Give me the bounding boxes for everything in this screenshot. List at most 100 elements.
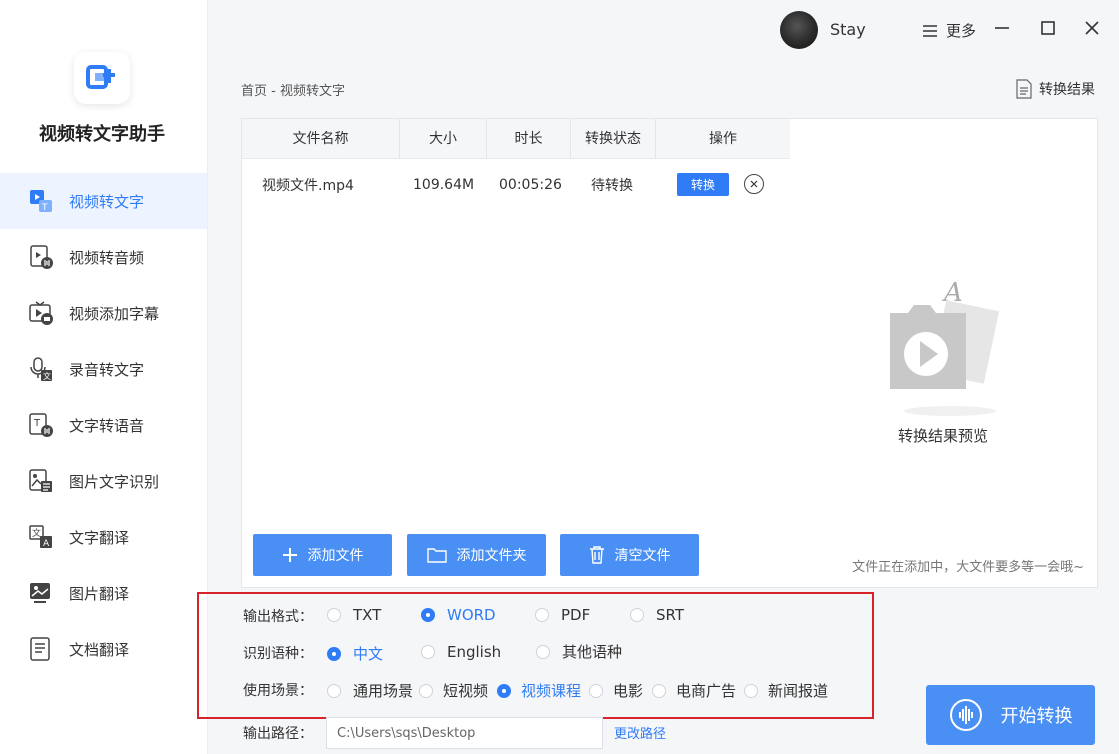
- maximize-button[interactable]: [1034, 14, 1062, 42]
- scene-option-short-video[interactable]: 短视频: [419, 680, 488, 701]
- hamburger-icon: [923, 24, 937, 37]
- video-to-audio-icon: [28, 244, 54, 270]
- trash-icon: [589, 546, 605, 564]
- language-option-english[interactable]: English: [421, 643, 501, 661]
- radio-button-checked: [421, 608, 435, 622]
- app-title: 视频转文字助手: [39, 124, 165, 145]
- more-label: 更多: [946, 22, 977, 40]
- preview-panel: A 转换结果预览 文件正在添加中，大文件要多等一会哦~: [790, 118, 1098, 588]
- video-to-text-icon: T: [28, 188, 54, 214]
- sidebar-item-video-to-audio[interactable]: 视频转音频: [0, 229, 207, 285]
- svg-text:文: 文: [32, 527, 41, 539]
- sidebar-item-label: 视频转音频: [69, 248, 145, 267]
- clear-files-button[interactable]: 清空文件: [560, 534, 699, 576]
- add-folder-button[interactable]: 添加文件夹: [407, 534, 546, 576]
- sidebar-item-text-to-speech[interactable]: T 文字转语音: [0, 397, 207, 453]
- file-duration: 00:05:26: [499, 177, 562, 193]
- language-label: 识别语种：: [243, 646, 313, 662]
- preview-placeholder-icon: A: [890, 278, 1000, 416]
- sidebar-item-label: 录音转文字: [69, 360, 145, 379]
- scene-option-ecommerce-ad[interactable]: 电商广告: [652, 680, 736, 701]
- file-status: 待转换: [591, 178, 633, 194]
- add-file-label: 添加文件: [307, 548, 364, 564]
- sidebar-item-label: 图片翻译: [69, 584, 130, 603]
- sidebar-item-text-translate[interactable]: 文A 文字翻译: [0, 509, 207, 565]
- text-translate-icon: 文A: [28, 524, 54, 550]
- username[interactable]: Stay: [830, 20, 866, 39]
- output-path-label: 输出路径：: [243, 726, 313, 742]
- clear-files-label: 清空文件: [614, 548, 671, 564]
- option-label: 电商广告: [676, 682, 737, 700]
- column-header-name: 文件名称: [242, 119, 400, 159]
- output-format-row: 输出格式：: [243, 605, 325, 627]
- conversion-result-link[interactable]: 转换结果: [1016, 79, 1095, 99]
- option-label: English: [447, 643, 502, 661]
- sidebar-item-label: 文字转语音: [69, 416, 145, 435]
- add-file-button[interactable]: 添加文件: [253, 534, 392, 576]
- radio-button: [535, 608, 549, 622]
- sidebar-item-video-subtitle[interactable]: 视频添加字幕: [0, 285, 207, 341]
- output-path-input[interactable]: [326, 717, 603, 749]
- scene-option-news[interactable]: 新闻报道: [744, 680, 828, 701]
- svg-text:A: A: [43, 539, 50, 549]
- sidebar-item-image-translate[interactable]: 图片翻译: [0, 565, 207, 621]
- app-logo-icon: [86, 65, 115, 89]
- maximize-icon: [1041, 21, 1055, 35]
- column-header-action: 操作: [709, 131, 737, 147]
- option-label: PDF: [561, 606, 591, 624]
- file-name: 视频文件.mp4: [262, 178, 354, 194]
- mic-to-text-icon: 文: [28, 356, 54, 382]
- sidebar-item-image-ocr[interactable]: 图片文字识别: [0, 453, 207, 509]
- file-list-panel: 文件名称 大小 时长 转换状态 操作 视频文件.mp4 109.64M 00:0…: [241, 118, 791, 588]
- add-folder-label: 添加文件夹: [456, 548, 527, 564]
- svg-text:T: T: [33, 418, 41, 429]
- radio-button: [630, 608, 644, 622]
- sidebar-item-video-to-text[interactable]: T 视频转文字: [0, 173, 207, 229]
- minimize-icon: [995, 27, 1009, 29]
- column-header-duration: 时长: [487, 119, 571, 159]
- radio-button: [327, 683, 341, 698]
- scene-option-general[interactable]: 通用场景: [327, 680, 413, 701]
- sidebar-item-doc-translate[interactable]: 文档翻译: [0, 621, 207, 677]
- language-row: 识别语种：: [243, 642, 325, 664]
- avatar[interactable]: [780, 11, 818, 49]
- format-option-srt[interactable]: SRT: [630, 606, 684, 624]
- minimize-button[interactable]: [988, 14, 1016, 42]
- format-option-word[interactable]: WORD: [421, 606, 496, 624]
- sidebar-item-label: 视频转文字: [69, 192, 145, 211]
- close-window-button[interactable]: [1078, 14, 1106, 42]
- doc-translate-icon: [28, 636, 54, 662]
- radio-button: [652, 683, 666, 698]
- format-option-pdf[interactable]: PDF: [535, 606, 590, 624]
- option-label: 电影: [613, 682, 644, 700]
- option-label: 视频课程: [521, 682, 582, 700]
- image-ocr-icon: [28, 468, 54, 494]
- option-label: 通用场景: [353, 682, 414, 700]
- image-translate-icon: [28, 580, 54, 606]
- format-option-txt[interactable]: TXT: [327, 606, 381, 624]
- folder-icon: [426, 547, 447, 563]
- change-path-link[interactable]: 更改路径: [614, 723, 666, 742]
- language-option-chinese[interactable]: 中文: [327, 643, 383, 664]
- more-menu-button[interactable]: 更多: [922, 20, 976, 41]
- close-icon: [1085, 21, 1099, 35]
- convert-row-button[interactable]: 转换: [677, 173, 729, 196]
- app-logo: [74, 52, 130, 104]
- remove-file-button[interactable]: [744, 174, 764, 194]
- video-subtitle-icon: [28, 300, 54, 326]
- option-label: 中文: [353, 645, 384, 663]
- start-conversion-label: 开始转换: [1000, 706, 1073, 727]
- start-conversion-button[interactable]: 开始转换: [926, 685, 1095, 745]
- column-header-status: 转换状态: [571, 119, 656, 159]
- scene-option-video-course[interactable]: 视频课程: [497, 680, 581, 701]
- radio-button: [419, 683, 433, 698]
- scene-option-movie[interactable]: 电影: [589, 680, 643, 701]
- radio-button: [327, 608, 341, 622]
- sidebar-item-mic-to-text[interactable]: 文 录音转文字: [0, 341, 207, 397]
- column-header-size: 大小: [400, 119, 487, 159]
- language-option-other[interactable]: 其他语种: [536, 641, 622, 662]
- output-format-label: 输出格式：: [243, 609, 313, 625]
- sidebar: 视频转文字助手 T 视频转文字 视频转音频 视频添加字幕 文 录音转文字 T 文…: [0, 0, 208, 754]
- option-label: 其他语种: [562, 643, 623, 661]
- svg-text:文: 文: [43, 371, 51, 381]
